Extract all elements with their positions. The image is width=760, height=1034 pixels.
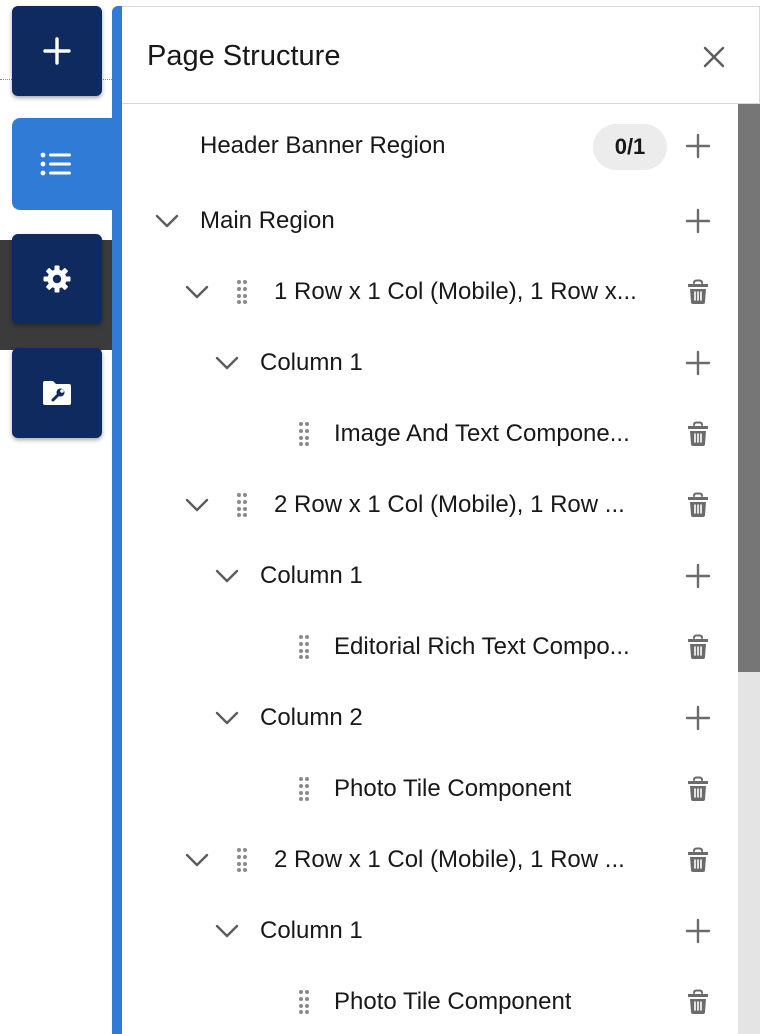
tree-row-label: 1 Row x 1 Col (Mobile), 1 Row x... [274,277,637,307]
chevron-down-icon [215,924,239,938]
tree-row-label: Column 1 [260,916,363,946]
panel-header: Page Structure [122,7,759,104]
tree-row-label: Column 2 [260,703,363,733]
gear-icon [42,264,72,294]
panel-title: Page Structure [147,37,340,75]
folder-wrench-icon [41,379,73,407]
chevron-down-icon [155,214,179,228]
tree-row[interactable]: Column 1 [122,546,736,606]
delete-button[interactable] [682,844,714,876]
tree-row-label: Main Region [200,206,335,236]
tree-row-label: Column 1 [260,561,363,591]
plus-icon [685,563,711,589]
structure-tree: Header Banner Region 0/1 Main Region 1 Row … [122,104,736,1034]
page-structure-button[interactable] [12,118,124,210]
add-component-button[interactable] [682,130,714,162]
tree-row-label: Photo Tile Component [334,987,571,1017]
chevron-down-icon [185,285,209,299]
plus-icon [42,36,72,66]
drag-handle-icon [298,776,310,802]
add-component-button[interactable] [682,915,714,947]
drag-handle-icon [236,847,248,873]
chevron-down-icon [215,711,239,725]
chevron-down-icon [185,498,209,512]
drag-handle-icon [298,989,310,1015]
tree-row[interactable]: Header Banner Region 0/1 [122,116,736,176]
drag-handle-icon [298,634,310,660]
trash-icon [686,279,710,305]
delete-button[interactable] [682,986,714,1018]
drag-handle[interactable] [235,491,249,519]
add-component-button[interactable] [682,560,714,592]
drag-handle-icon [298,421,310,447]
tree-row-label: 2 Row x 1 Col (Mobile), 1 Row ... [274,490,625,520]
collapse-toggle[interactable] [184,493,210,517]
trash-icon [686,634,710,660]
tree-row[interactable]: 2 Row x 1 Col (Mobile), 1 Row ... [122,475,736,535]
collapse-toggle[interactable] [214,351,240,375]
trash-icon [686,989,710,1015]
delete-button[interactable] [682,631,714,663]
tree-row-label: Editorial Rich Text Compo... [334,632,630,662]
collapse-toggle[interactable] [154,209,180,233]
plus-icon [685,705,711,731]
delete-button[interactable] [682,773,714,805]
delete-button[interactable] [682,276,714,308]
tree-row[interactable]: 2 Row x 1 Col (Mobile), 1 Row ... [122,830,736,890]
tree-row[interactable]: Column 1 [122,901,736,961]
tree-row[interactable]: Column 1 [122,333,736,393]
component-count-badge: 0/1 [593,124,667,170]
tree-row-label: 2 Row x 1 Col (Mobile), 1 Row ... [274,845,625,875]
collapse-toggle[interactable] [214,706,240,730]
plus-icon [685,350,711,376]
chevron-down-icon [215,569,239,583]
delete-button[interactable] [682,489,714,521]
tree-row[interactable]: Editorial Rich Text Compo... [122,617,736,677]
page-structure-panel: Page Structure Header Banner Region 0/1 Ma… [122,6,760,1034]
drag-handle-icon [236,492,248,518]
trash-icon [686,421,710,447]
drag-handle[interactable] [235,278,249,306]
trash-icon [686,847,710,873]
chevron-down-icon [215,356,239,370]
tree-row[interactable]: Main Region [122,191,736,251]
drag-handle[interactable] [297,988,311,1016]
drag-handle-icon [236,279,248,305]
drag-handle[interactable] [297,633,311,661]
add-component-button[interactable] [682,205,714,237]
tree-row-label: Header Banner Region [200,131,446,161]
panel-accent-bar [112,6,122,1034]
drag-handle[interactable] [297,775,311,803]
tree-row-label: Photo Tile Component [334,774,571,804]
settings-button[interactable] [12,234,102,324]
plus-icon [685,133,711,159]
close-button[interactable] [696,39,732,75]
chevron-down-icon [185,853,209,867]
collapse-toggle[interactable] [214,919,240,943]
scrollbar-thumb[interactable] [738,104,760,672]
close-icon [703,46,725,68]
tree-row[interactable]: Photo Tile Component [122,972,736,1032]
collapse-toggle[interactable] [184,848,210,872]
tree-row-label: Image And Text Compone... [334,419,630,449]
plus-icon [685,208,711,234]
add-component-button[interactable] [12,6,102,96]
add-component-button[interactable] [682,347,714,379]
tree-row-label: Column 1 [260,348,363,378]
site-tools-button[interactable] [12,348,102,438]
trash-icon [686,776,710,802]
tree-row[interactable]: Image And Text Compone... [122,404,736,464]
add-component-button[interactable] [682,702,714,734]
drag-handle[interactable] [297,420,311,448]
collapse-toggle[interactable] [184,280,210,304]
delete-button[interactable] [682,418,714,450]
list-icon [40,151,74,177]
tree-row[interactable]: Photo Tile Component [122,759,736,819]
tree-row[interactable]: Column 2 [122,688,736,748]
tree-row[interactable]: 1 Row x 1 Col (Mobile), 1 Row x... [122,262,736,322]
plus-icon [685,918,711,944]
drag-handle[interactable] [235,846,249,874]
trash-icon [686,492,710,518]
collapse-toggle[interactable] [214,564,240,588]
